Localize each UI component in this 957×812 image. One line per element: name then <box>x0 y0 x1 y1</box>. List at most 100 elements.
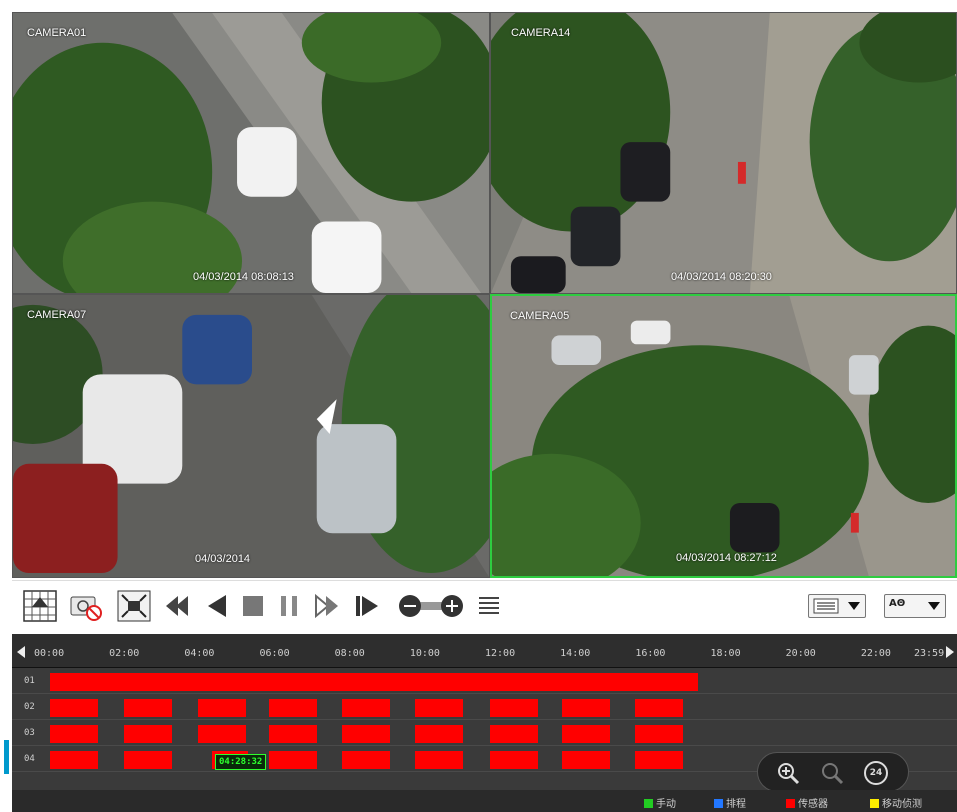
tick-label: 18:00 <box>710 648 741 659</box>
camera-timestamp: 04/03/2014 <box>195 553 251 565</box>
camera-label: CAMERA14 <box>511 27 571 39</box>
channel-row[interactable]: 03 <box>12 722 957 746</box>
tick-label: 02:00 <box>109 648 140 659</box>
step-forward-icon[interactable] <box>352 589 382 623</box>
mode-dropdown-label: AΘ <box>889 598 906 609</box>
record-segment[interactable] <box>415 751 463 769</box>
tick-label: 20:00 <box>785 648 816 659</box>
tick-label: 00:00 <box>34 648 65 659</box>
camera-label: CAMERA01 <box>27 27 87 39</box>
snapshot-disable-icon[interactable] <box>68 589 104 623</box>
channel-row[interactable]: 02 <box>12 696 957 720</box>
record-segment[interactable] <box>562 699 610 717</box>
tick-label: 12:00 <box>485 648 516 659</box>
camera-label: CAMERA07 <box>27 309 87 321</box>
camera-07-video <box>13 295 489 577</box>
legend-label: 移动侦测 <box>882 799 922 810</box>
legend-label: 手动 <box>656 799 676 810</box>
record-segment[interactable] <box>490 725 538 743</box>
record-segment[interactable] <box>562 751 610 769</box>
record-segment[interactable] <box>269 699 317 717</box>
layout-grid-icon[interactable] <box>22 589 58 623</box>
record-segment[interactable] <box>124 699 172 717</box>
channel-number: 04 <box>24 754 35 764</box>
scroll-left-icon[interactable] <box>16 646 26 658</box>
legend-swatch <box>870 799 879 808</box>
record-segment[interactable] <box>635 751 683 769</box>
camera-tile-05[interactable]: CAMERA05 04/03/2014 08:27:12 <box>490 294 957 578</box>
tick-label: 10:00 <box>409 648 440 659</box>
zoom-24h-button[interactable]: 24 <box>864 761 888 785</box>
camera-label: CAMERA05 <box>510 310 570 322</box>
record-segment[interactable] <box>415 699 463 717</box>
record-type-legend: 手动 排程 传感器 移动侦测 <box>12 790 957 812</box>
scroll-right-icon[interactable] <box>945 646 955 658</box>
view-mode-dropdown[interactable] <box>808 594 866 618</box>
record-segment[interactable] <box>50 751 98 769</box>
camera-timestamp: 04/03/2014 08:20:30 <box>671 271 772 283</box>
record-segment[interactable] <box>342 751 390 769</box>
record-segment[interactable] <box>50 699 98 717</box>
camera-tile-14[interactable]: CAMERA14 04/03/2014 08:20:30 <box>490 12 957 294</box>
record-segment[interactable] <box>269 751 317 769</box>
tick-label: 23:59 <box>914 648 945 659</box>
tick-label: 08:00 <box>334 648 365 659</box>
list-menu-icon <box>813 598 839 614</box>
record-segment[interactable] <box>50 725 98 743</box>
channel-row[interactable]: 01 <box>12 670 957 694</box>
legend-label: 传感器 <box>798 799 828 810</box>
record-segment[interactable] <box>269 725 317 743</box>
fast-forward-icon[interactable] <box>312 589 342 623</box>
record-segment[interactable] <box>490 699 538 717</box>
legend-item: 排程 <box>714 795 746 810</box>
time-ruler[interactable]: 00:00 02:00 04:00 06:00 08:00 10:00 12:00 14:00… <box>12 634 957 668</box>
pause-icon[interactable] <box>276 589 302 623</box>
list-icon[interactable] <box>476 589 502 623</box>
playback-toolbar: AΘ <box>12 580 957 632</box>
legend-swatch <box>714 799 723 808</box>
tick-label: 14:00 <box>560 648 591 659</box>
channel-number: 02 <box>24 702 35 712</box>
record-segment[interactable] <box>342 725 390 743</box>
cursor-time-label: 04:28:32 <box>215 754 267 770</box>
record-segment[interactable] <box>635 725 683 743</box>
timeline-panel: 00:00 02:00 04:00 06:00 08:00 10:00 12:00 14:00… <box>12 634 957 812</box>
camera-timestamp: 04/03/2014 08:27:12 <box>676 552 777 564</box>
record-segment[interactable] <box>198 699 246 717</box>
channel-number: 01 <box>24 676 35 686</box>
mode-dropdown[interactable]: AΘ <box>884 594 946 618</box>
record-segment[interactable] <box>342 699 390 717</box>
record-segment[interactable] <box>198 725 246 743</box>
zoom-out-icon[interactable] <box>820 761 844 785</box>
legend-item: 手动 <box>644 795 676 810</box>
legend-item: 移动侦测 <box>870 795 922 810</box>
fullscreen-icon[interactable] <box>116 589 152 623</box>
legend-label: 排程 <box>726 799 746 810</box>
camera-05-video <box>492 296 955 576</box>
zoom-controls: 24 <box>757 752 909 792</box>
speed-slider-icon[interactable] <box>396 589 466 623</box>
step-back-icon[interactable] <box>204 589 230 623</box>
record-segment[interactable] <box>124 725 172 743</box>
tick-label: 16:00 <box>635 648 666 659</box>
camera-timestamp: 04/03/2014 08:08:13 <box>193 271 294 283</box>
stop-icon[interactable] <box>240 589 266 623</box>
camera-14-video <box>491 13 956 293</box>
tick-label: 06:00 <box>259 648 290 659</box>
legend-swatch <box>786 799 795 808</box>
camera-01-video <box>13 13 489 293</box>
rewind-icon[interactable] <box>162 589 194 623</box>
camera-tile-01[interactable]: CAMERA01 04/03/2014 08:08:13 <box>12 12 490 294</box>
chevron-down-icon <box>928 602 940 610</box>
nvr-playback-window: CAMERA01 04/03/2014 08:08:13 CAMERA14 04… <box>0 0 957 812</box>
record-segment[interactable] <box>415 725 463 743</box>
camera-tile-07[interactable]: CAMERA07 04/03/2014 <box>12 294 490 578</box>
zoom-in-icon[interactable] <box>776 761 800 785</box>
record-segment[interactable] <box>635 699 683 717</box>
record-segment[interactable] <box>490 751 538 769</box>
record-segment[interactable] <box>562 725 610 743</box>
channel-number: 03 <box>24 728 35 738</box>
tick-label: 04:00 <box>184 648 215 659</box>
record-segment[interactable] <box>50 673 698 691</box>
record-segment[interactable] <box>124 751 172 769</box>
